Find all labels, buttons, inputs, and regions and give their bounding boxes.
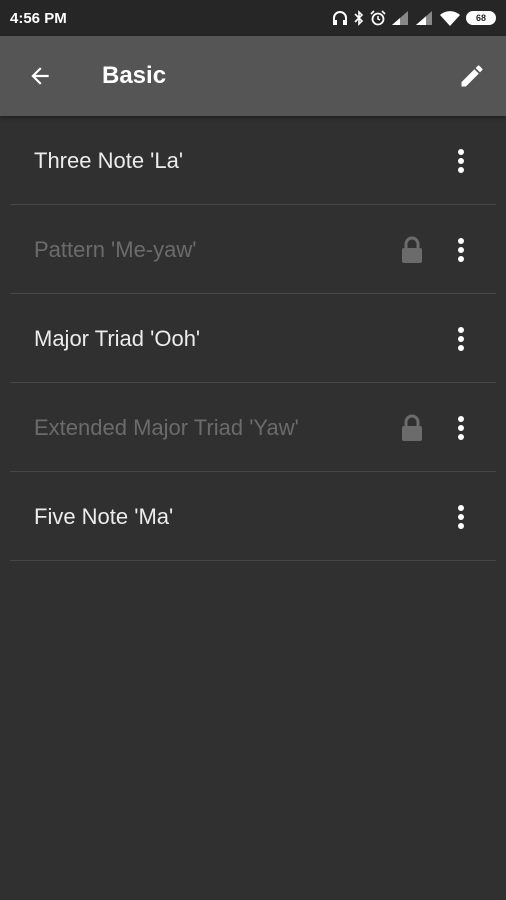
list-item-label: Three Note 'La': [34, 147, 184, 173]
lock-icon: [402, 414, 422, 441]
arrow-back-icon: [31, 67, 49, 85]
status-bar: 4:56 PM 68: [0, 0, 506, 36]
headphones-icon: [333, 11, 347, 25]
list-item-label: Extended Major Triad 'Yaw': [34, 414, 299, 440]
more-vert-icon: [458, 148, 464, 173]
list-item[interactable]: Three Note 'La': [0, 116, 506, 205]
list-item-label: Five Note 'Ma': [34, 503, 174, 529]
battery-icon: 68: [466, 11, 496, 25]
battery-level: 68: [475, 13, 486, 23]
bluetooth-icon: [354, 10, 364, 26]
exercise-list: Three Note 'La' Pattern 'Me-yaw' Major T…: [0, 116, 506, 561]
list-item[interactable]: Pattern 'Me-yaw': [0, 205, 506, 294]
more-options-button[interactable]: [446, 230, 476, 270]
edit-button[interactable]: [452, 56, 492, 96]
status-time: 4:56 PM: [10, 9, 67, 27]
more-vert-icon: [458, 415, 464, 440]
divider: [10, 560, 496, 561]
list-item[interactable]: Extended Major Triad 'Yaw': [0, 383, 506, 472]
signal-icon-2: [416, 11, 432, 25]
more-options-button[interactable]: [446, 319, 476, 359]
more-options-button[interactable]: [446, 408, 476, 448]
page-title: Basic: [102, 62, 167, 89]
list-item-label: Major Triad 'Ooh': [34, 325, 201, 351]
more-vert-icon: [458, 237, 464, 262]
more-options-button[interactable]: [446, 141, 476, 181]
status-icons: 68: [332, 10, 496, 26]
alarm-icon: [370, 10, 386, 26]
list-item-label: Pattern 'Me-yaw': [34, 236, 197, 262]
more-vert-icon: [458, 326, 464, 351]
more-options-button[interactable]: [446, 497, 476, 537]
back-button[interactable]: [20, 56, 60, 96]
app-bar: Basic: [0, 36, 506, 116]
signal-icon-1: [392, 11, 408, 25]
lock-icon: [402, 236, 422, 263]
wifi-icon: [440, 10, 460, 26]
more-vert-icon: [458, 504, 464, 529]
pencil-icon: [461, 65, 483, 87]
list-item[interactable]: Five Note 'Ma': [0, 472, 506, 561]
list-item[interactable]: Major Triad 'Ooh': [0, 294, 506, 383]
